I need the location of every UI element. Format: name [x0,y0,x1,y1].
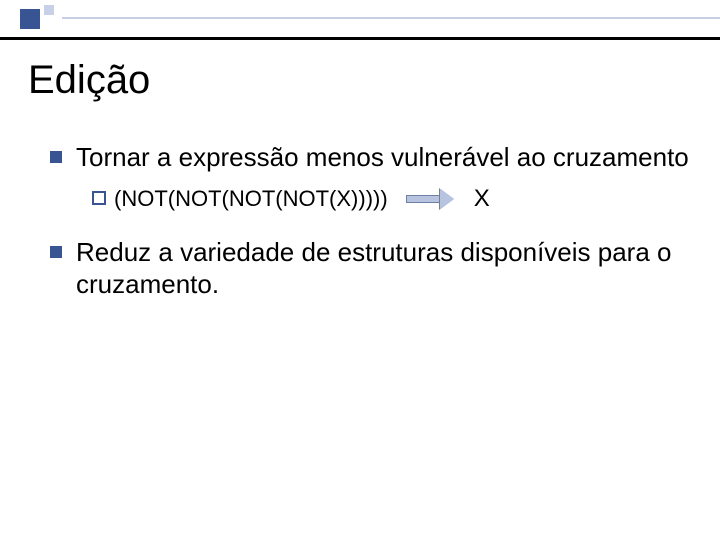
accent-line [62,17,720,19]
bullet-item: Tornar a expressão menos vulnerável ao c… [50,141,692,214]
bullet-item: Reduz a variedade de estruturas disponív… [50,236,692,301]
sub-bullet-list: (NOT(NOT(NOT(NOT(X))))) X [76,184,692,214]
sub-bullet-item: (NOT(NOT(NOT(NOT(X))))) X [92,184,692,214]
result-text: X [474,184,490,214]
accent-square-large [20,9,40,29]
bullet-list: Tornar a expressão menos vulnerável ao c… [28,141,692,301]
slide-title: Edição [28,58,692,103]
expression-text: (NOT(NOT(NOT(NOT(X))))) [114,185,388,213]
bullet-text: Tornar a expressão menos vulnerável ao c… [76,142,689,172]
accent-square-small [44,5,54,15]
arrow-icon [406,191,456,207]
slide-body: Edição Tornar a expressão menos vulneráv… [0,58,720,540]
header-decoration [0,0,720,40]
bullet-text: Reduz a variedade de estruturas disponív… [76,237,671,300]
